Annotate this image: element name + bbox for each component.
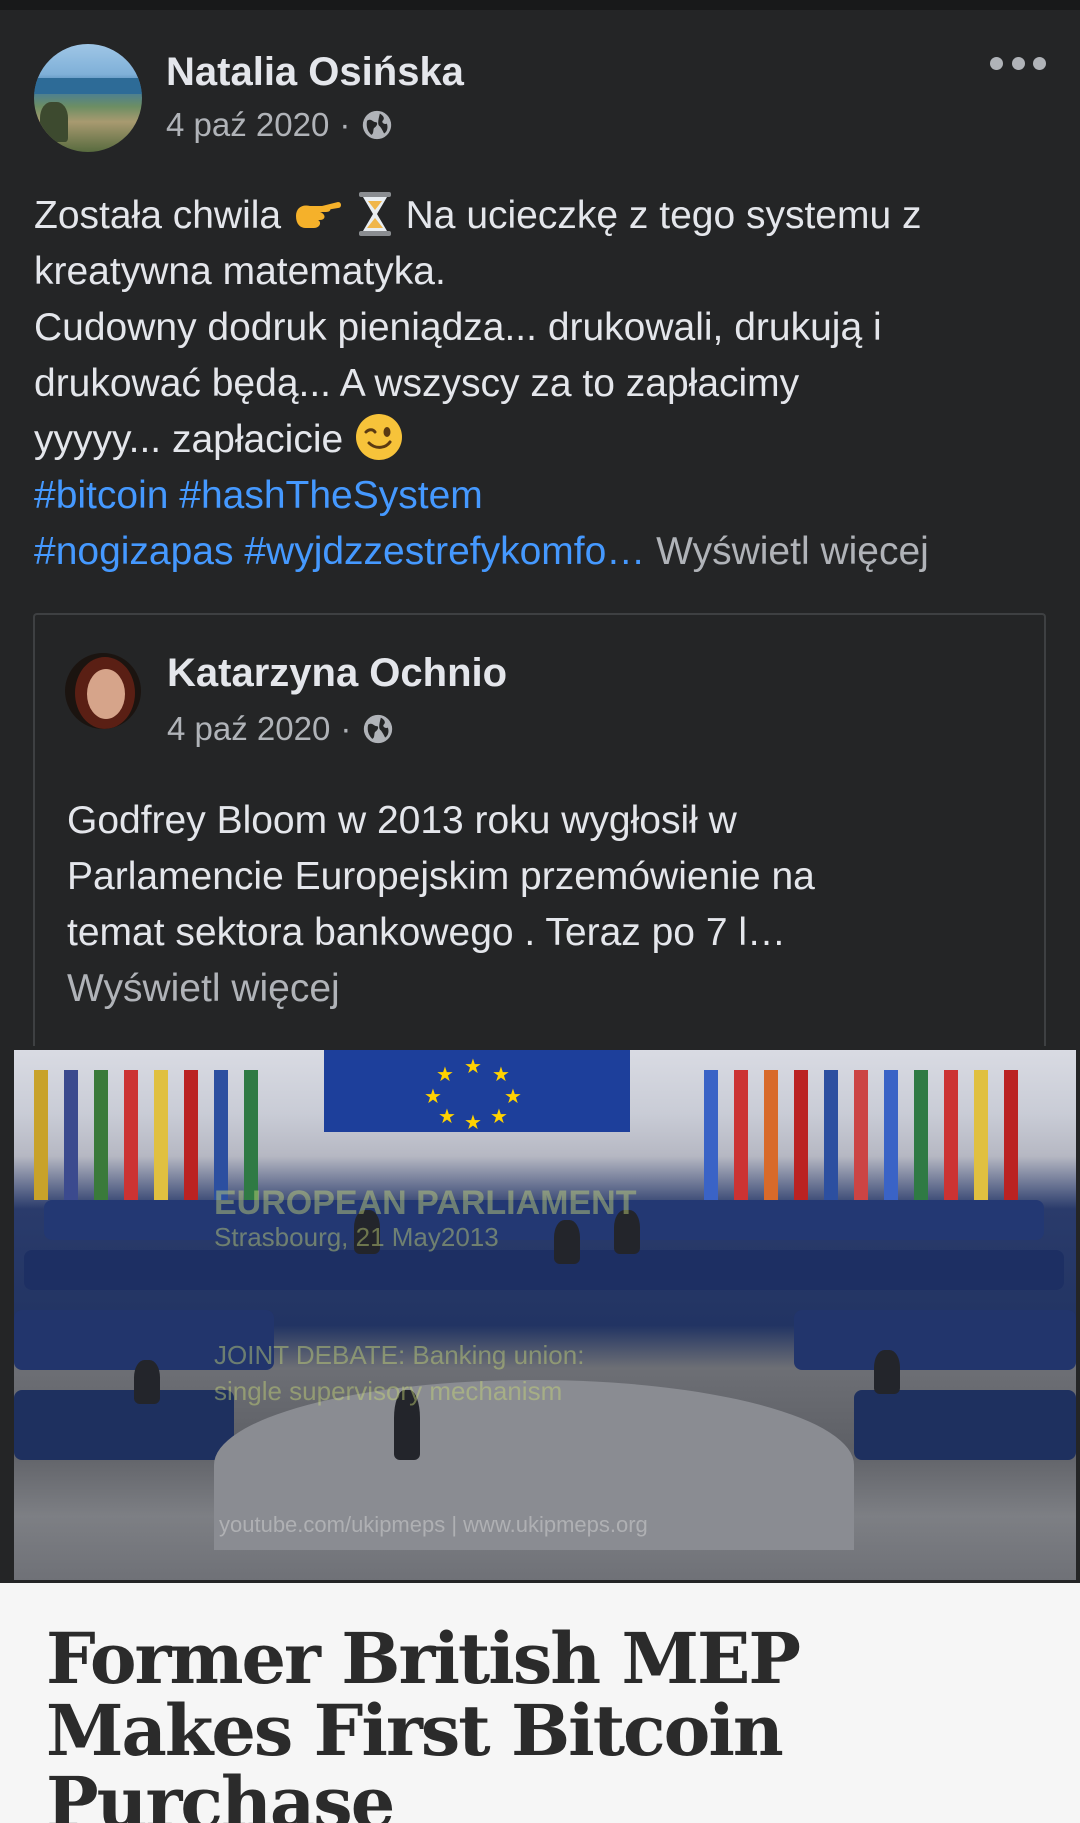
headline-line-1: Former British MEP [46,1617,801,1700]
video-overlay-debate-1: JOINT DEBATE: Banking union: [214,1340,585,1370]
shared-post-text: Godfrey Bloom w 2013 roku wygłosił w Par… [67,793,1027,1017]
headline-line-2: Makes First Bitcoin [46,1689,784,1772]
hand-pointing-emoji-icon [295,201,341,228]
shared-line-1: Godfrey Bloom w 2013 roku wygłosił w [67,799,737,842]
shared-post[interactable]: Katarzyna Ochnio 4 paź 2020 · Godfrey Bl… [33,613,1046,1053]
post-text: Została chwila Na ucieczkę z tego system… [34,188,1054,580]
shared-post-meta: 4 paź 2020 · [167,710,395,748]
more-options-button[interactable] [990,48,1046,78]
video-thumbnail[interactable]: ★ ★ ★ ★ ★ ★ ★ ★ EUROPEAN PARLIAMENT Stra… [14,1050,1076,1580]
hashtag-nogizapas[interactable]: #nogizapas [34,530,234,573]
more-options-icon [990,56,1003,70]
see-more-link[interactable]: Wyświetl więcej [656,530,929,573]
video-overlay-debate-2: single supervisory mechanism [214,1376,563,1406]
post-line-2: kreatywna matematyka. [34,250,446,293]
shared-meta-separator: · [340,710,352,747]
video-overlay-title: EUROPEAN PARLIAMENT [214,1184,637,1222]
eu-flag-image: ★ ★ ★ ★ ★ ★ ★ ★ [324,1050,630,1134]
hashtag-bitcoin[interactable]: #bitcoin [34,474,168,517]
hashtag-wyjdzzestrefykomfortu[interactable]: #wyjdzzestrefykomfo… [244,530,645,573]
article-headline[interactable]: Former British MEP Makes First Bitcoin P… [46,1623,946,1823]
post-line-4: drukować będą... A wszyscy za to zapłaci… [34,362,800,405]
hashtag-hashthesystem[interactable]: #hashTheSystem [179,474,483,517]
post-hashtags-line-2: #nogizapas #wyjdzzestrefykomfo… Wyświetl… [34,524,1054,580]
hourglass-emoji-icon [358,191,391,236]
article-preview[interactable]: Former British MEP Makes First Bitcoin P… [0,1583,1080,1823]
video-container: ★ ★ ★ ★ ★ ★ ★ ★ EUROPEAN PARLIAMENT Stra… [0,1046,1080,1586]
shared-author-avatar[interactable] [65,653,141,729]
post-date[interactable]: 4 paź 2020 [166,106,329,144]
author-avatar[interactable] [34,44,142,152]
headline-line-3: Purchase [46,1761,395,1823]
shared-line-3: temat sektora bankowego . Teraz po 7 l… [67,911,787,954]
post-line-3: Cudowny dodruk pieniądza... drukowali, d… [34,306,882,349]
globe-icon [364,714,393,744]
status-strip [0,0,1080,10]
meta-separator: · [339,106,351,143]
post-hashtags-line-1: #bitcoin #hashTheSystem [34,468,1054,524]
post-line-5: yyyyy... zapłacicie [34,412,1054,468]
post-meta: 4 paź 2020 · [166,106,394,144]
video-overlay-location: Strasbourg, 21 May2013 [214,1222,499,1252]
post-line-1: Została chwila Na ucieczkę z tego system… [34,188,1054,244]
winking-face-emoji-icon [356,413,403,460]
shared-author-name[interactable]: Katarzyna Ochnio [167,651,507,696]
shared-line-2: Parlamencie Europejskim przemówienie na [67,855,815,898]
author-name[interactable]: Natalia Osińska [166,50,464,95]
video-overlay-url: youtube.com/ukipmeps | www.ukipmeps.org [219,1512,648,1537]
shared-post-date[interactable]: 4 paź 2020 [167,710,330,748]
globe-icon [363,110,392,140]
shared-see-more-link[interactable]: Wyświetl więcej [67,961,1027,1017]
post-header: Natalia Osińska 4 paź 2020 · [34,44,1046,154]
